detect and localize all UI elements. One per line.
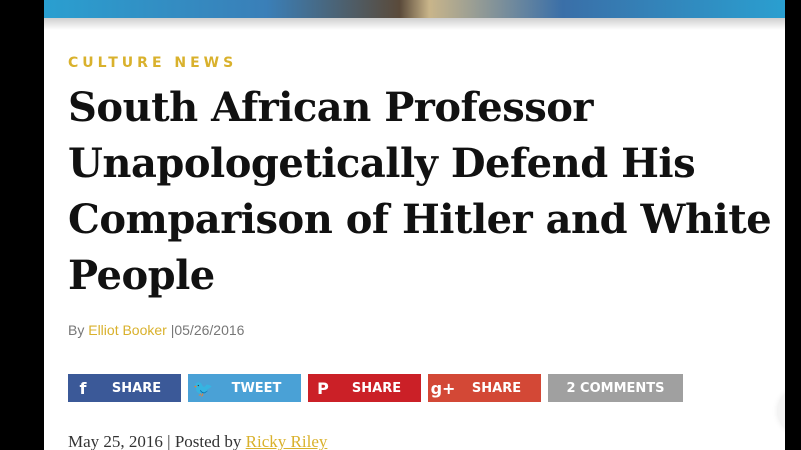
article-page: CULTURE NEWS South African Professor Una…: [44, 0, 785, 450]
article-title: South African Professor Unapologetically…: [68, 84, 772, 299]
twitter-tweet-label: TWEET: [231, 380, 282, 396]
hero-image: [44, 0, 785, 18]
poster-link[interactable]: Ricky Riley: [246, 432, 328, 450]
pinterest-share-button[interactable]: P SHARE: [308, 374, 421, 402]
category-link[interactable]: CULTURE NEWS: [68, 55, 237, 71]
scroll-to-top-button[interactable]: [777, 388, 785, 434]
publish-date: 05/26/2016: [174, 322, 245, 338]
hero-image-shadow: [44, 18, 785, 30]
twitter-icon: 🐦: [193, 378, 213, 398]
author-link[interactable]: Elliot Booker: [88, 322, 167, 338]
posted-prefix: Posted by: [174, 432, 242, 450]
comments-label: 2 COMMENTS: [566, 380, 665, 396]
googleplus-share-button[interactable]: g+ SHARE: [428, 374, 541, 402]
posted-line: May 25, 2016 | Posted by Ricky Riley: [68, 432, 327, 450]
facebook-icon: f: [79, 378, 87, 398]
googleplus-share-label: SHARE: [471, 380, 522, 396]
pinterest-icon: P: [317, 378, 329, 398]
googleplus-icon: g+: [430, 378, 456, 398]
posted-date: May 25, 2016: [68, 432, 163, 450]
facebook-share-button[interactable]: f SHARE: [68, 374, 181, 402]
twitter-tweet-button[interactable]: 🐦 TWEET: [188, 374, 301, 402]
pinterest-share-label: SHARE: [351, 380, 402, 396]
facebook-share-label: SHARE: [111, 380, 162, 396]
byline: By Elliot Booker |05/26/2016: [68, 322, 244, 338]
byline-prefix: By: [68, 322, 85, 338]
comments-button[interactable]: 2 COMMENTS: [548, 374, 683, 402]
posted-separator: |: [167, 432, 171, 450]
